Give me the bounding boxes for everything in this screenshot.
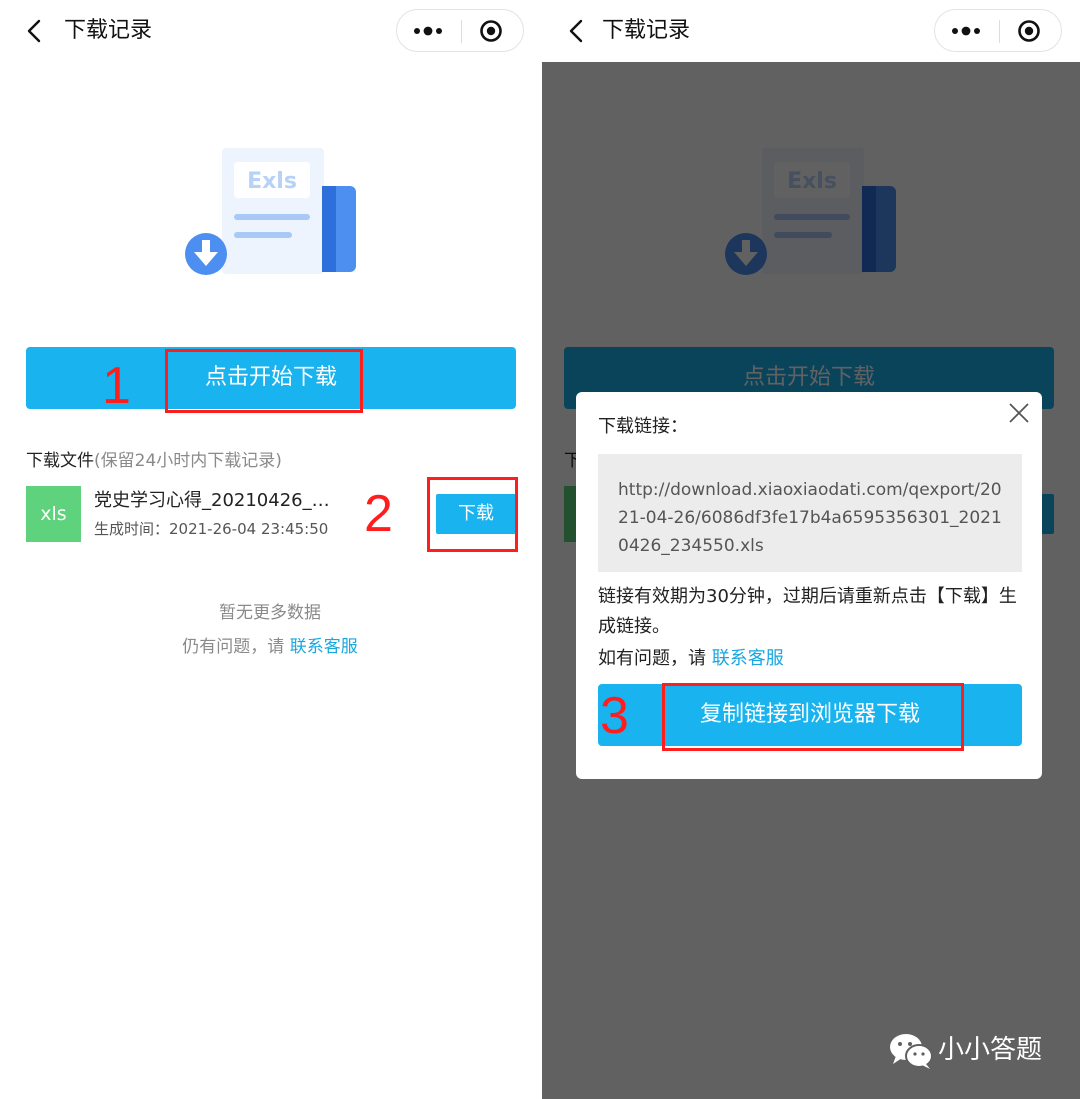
- back-icon[interactable]: [564, 18, 590, 44]
- section-title-text: 下载文件: [26, 451, 94, 471]
- close-circle-icon[interactable]: [1017, 19, 1041, 43]
- help-prefix: 仍有问题，请: [182, 637, 285, 657]
- annotation-step-1: 1: [102, 357, 131, 415]
- wechat-icon: [890, 1034, 933, 1069]
- mini-program-capsule: [396, 9, 524, 52]
- watermark-text: 小小答题: [938, 1035, 1043, 1065]
- screen-download-records: 下载记录 Exls 点击开始下载 1 下载文件(保留24小时内下载记录) xls…: [0, 0, 540, 1099]
- capsule-divider: [461, 20, 462, 43]
- download-arrow-icon: [185, 233, 227, 275]
- illustration-label: Exls: [247, 169, 297, 194]
- section-title-note: (保留24小时内下载记录): [94, 451, 282, 471]
- annotation-step-3: 3: [600, 687, 629, 745]
- file-generated-time: 生成时间：2021-26-04 23:45:50: [94, 520, 329, 538]
- help-prefix: 如有问题，请: [598, 648, 706, 669]
- nav-bar: 下载记录: [0, 0, 540, 62]
- contact-support-link[interactable]: 联系客服: [712, 648, 784, 669]
- more-icon[interactable]: [949, 19, 983, 43]
- close-circle-icon[interactable]: [479, 19, 503, 43]
- capsule-divider: [999, 20, 1000, 43]
- link-validity-note: 链接有效期为30分钟，过期后请重新点击【下载】生成链接。: [598, 586, 1017, 637]
- contact-support-link[interactable]: 联系客服: [290, 637, 358, 657]
- nav-bar: 下载记录: [542, 0, 1080, 62]
- annotation-box-step-2: [427, 477, 518, 552]
- file-name: 党史学习心得_20210426_…: [94, 490, 330, 511]
- no-more-data-text: 暂无更多数据: [219, 603, 321, 623]
- annotation-step-2: 2: [364, 485, 393, 543]
- download-url-text: http://download.xiaoxiaodati.com/qexport…: [598, 454, 1022, 572]
- mini-program-capsule: [934, 9, 1062, 52]
- excel-illustration: Exls: [185, 148, 356, 275]
- dialog-title: 下载链接：: [598, 416, 688, 437]
- screen-download-link-dialog: 下载记录 Exls 点击开始下载 下载文件: [542, 0, 1080, 1099]
- close-icon[interactable]: [1008, 402, 1030, 424]
- annotation-box-step-3: [662, 683, 964, 751]
- xls-file-icon: xls: [26, 486, 81, 542]
- download-files-heading: 下载文件(保留24小时内下载记录): [26, 448, 282, 474]
- annotation-box-step-1: [165, 349, 363, 413]
- more-icon[interactable]: [411, 19, 445, 43]
- help-line: 仍有问题，请 联系客服: [0, 634, 540, 660]
- back-icon[interactable]: [22, 18, 48, 44]
- page-title: 下载记录: [64, 18, 153, 43]
- dialog-help-line: 如有问题，请 联系客服: [598, 646, 784, 672]
- page-title: 下载记录: [602, 18, 691, 43]
